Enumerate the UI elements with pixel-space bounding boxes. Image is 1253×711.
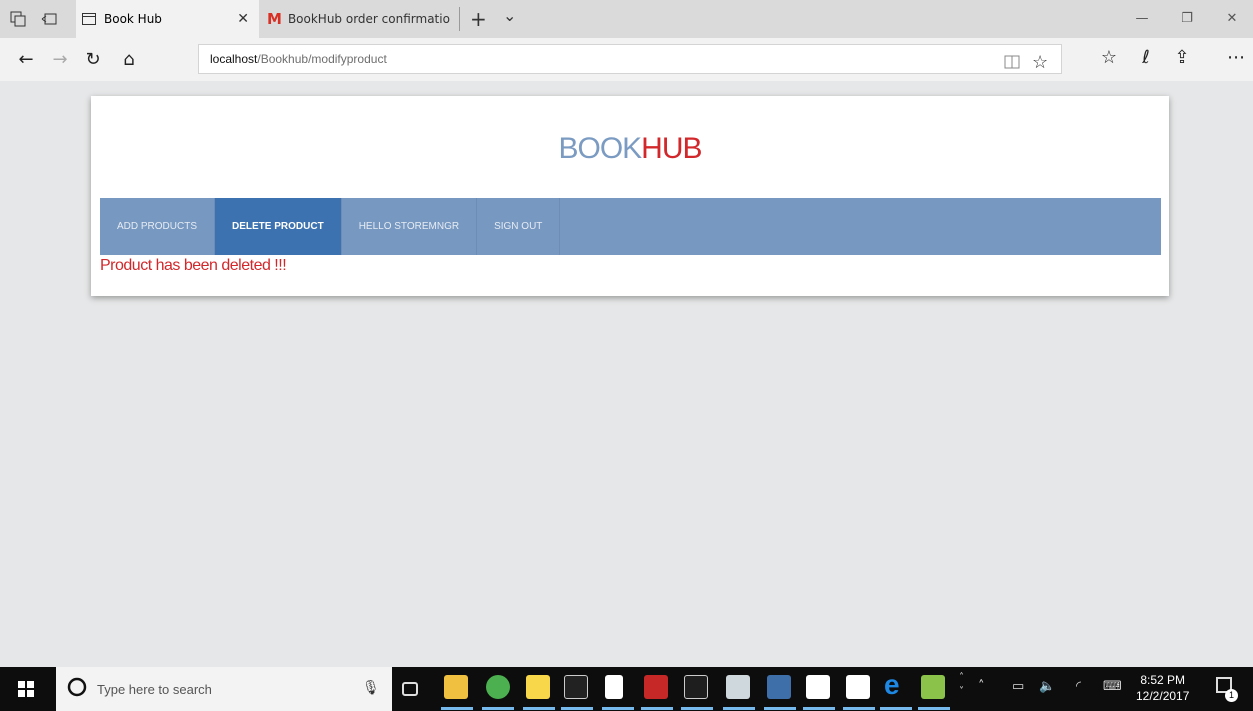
main-menu: ADD PRODUCTS DELETE PRODUCT HELLO STOREM… xyxy=(100,198,1161,255)
active-indicator xyxy=(681,707,713,710)
task-view-icon[interactable] xyxy=(402,682,418,696)
back-arrow-icon[interactable]: ← xyxy=(14,48,38,72)
favorites-hub-icon[interactable]: ☆ xyxy=(1097,47,1121,68)
notification-badge: 1 xyxy=(1225,689,1238,702)
site-logo[interactable]: BOOKHUB xyxy=(91,132,1169,166)
address-bar[interactable]: localhost/Bookhub/modifyproduct ☆ xyxy=(198,44,1062,74)
tab-title: BookHub order confirmatio xyxy=(287,12,450,26)
menu-sign-out[interactable]: SIGN OUT xyxy=(477,198,561,255)
paint-icon[interactable] xyxy=(921,675,945,699)
page-icon xyxy=(82,13,96,25)
logo-book: BOOK xyxy=(558,132,642,165)
close-tab-icon[interactable]: ✕ xyxy=(237,11,249,27)
active-indicator xyxy=(918,707,950,710)
terminal-icon[interactable] xyxy=(684,675,708,699)
web-note-icon[interactable]: ℓ xyxy=(1134,47,1158,68)
mysql-workbench-icon[interactable] xyxy=(767,675,791,699)
cortana-icon xyxy=(67,677,87,701)
mongodb-compass-icon[interactable] xyxy=(846,675,870,699)
active-indicator xyxy=(880,707,912,710)
browser-navigation-bar: ← → ↻ ⌂ localhost/Bookhub/modifyproduct … xyxy=(0,38,1253,81)
active-indicator xyxy=(441,707,473,710)
reading-view-icon[interactable] xyxy=(1004,51,1020,79)
clock-time: 8:52 PM xyxy=(1140,673,1186,687)
system-clock[interactable]: 8:52 PM 12/2/2017 xyxy=(1136,672,1189,704)
set-tabs-aside-icon[interactable] xyxy=(10,11,26,27)
menu-delete-product[interactable]: DELETE PRODUCT xyxy=(215,198,342,255)
active-indicator xyxy=(803,707,835,710)
windows-start-icon[interactable] xyxy=(18,681,34,697)
status-message: Product has been deleted !!! xyxy=(100,257,287,274)
battery-icon[interactable]: ▭ xyxy=(1012,679,1024,694)
active-indicator xyxy=(764,707,796,710)
microphone-icon[interactable]: 🎙 xyxy=(362,680,380,696)
page-container: BOOKHUB ADD PRODUCTS DELETE PRODUCT HELL… xyxy=(91,96,1169,296)
active-indicator xyxy=(523,707,555,710)
minimize-button[interactable]: — xyxy=(1132,9,1152,29)
more-options-icon[interactable]: ⋯ xyxy=(1224,47,1248,68)
refresh-icon[interactable]: ↻ xyxy=(81,48,105,72)
wifi-icon[interactable]: ◜ xyxy=(1076,679,1081,694)
edge-icon[interactable]: e xyxy=(884,669,908,700)
scroll-chevrons-icon[interactable]: ˄ ˅ xyxy=(959,671,964,699)
active-indicator xyxy=(641,707,673,710)
sticky-notes-icon[interactable] xyxy=(526,675,550,699)
browser-tab-bar: Book Hub ✕ M BookHub order confirmatio +… xyxy=(0,0,1253,38)
url-path: /Bookhub/modifyproduct xyxy=(257,52,387,66)
show-hidden-icons-chevron[interactable]: ˄ xyxy=(978,679,985,694)
forward-arrow-icon[interactable]: → xyxy=(48,48,72,72)
share-icon[interactable]: ⇪ xyxy=(1170,47,1194,68)
tab-list-chevron-icon[interactable]: ⌄ xyxy=(503,6,516,25)
search-placeholder: Type here to search xyxy=(97,681,212,697)
taskbar-search-box[interactable]: Type here to search 🎙 xyxy=(56,667,392,711)
tab-bookhub-order[interactable]: M BookHub order confirmatio xyxy=(259,7,460,31)
close-window-button[interactable]: ✕ xyxy=(1222,9,1242,29)
menu-hello-storemngr[interactable]: HELLO STOREMNGR xyxy=(342,198,478,255)
windows-taskbar: Type here to search 🎙 e ˄ ˅ ˄ ▭ 🔈 ◜ ⌨ 8:5… xyxy=(0,667,1253,711)
acrobat-icon[interactable] xyxy=(644,675,668,699)
active-indicator xyxy=(843,707,875,710)
gmail-icon: M xyxy=(267,10,282,28)
restore-button[interactable]: ❐ xyxy=(1177,9,1197,29)
active-indicator xyxy=(602,707,634,710)
tab-book-hub[interactable]: Book Hub ✕ xyxy=(76,0,259,38)
home-icon[interactable]: ⌂ xyxy=(117,48,141,72)
notepad-icon[interactable] xyxy=(605,675,623,699)
menu-add-products[interactable]: ADD PRODUCTS xyxy=(100,198,216,255)
java-icon[interactable] xyxy=(726,675,750,699)
file-explorer-icon[interactable] xyxy=(444,675,468,699)
favorite-star-icon[interactable]: ☆ xyxy=(1032,48,1048,76)
logo-hub: HUB xyxy=(641,132,702,165)
active-indicator xyxy=(482,707,514,710)
chrome-icon[interactable] xyxy=(486,675,510,699)
volume-icon[interactable]: 🔈 xyxy=(1039,679,1055,694)
keyboard-icon[interactable]: ⌨ xyxy=(1103,679,1122,694)
active-indicator xyxy=(561,707,593,710)
tabs-aside-icon[interactable] xyxy=(41,11,57,27)
active-indicator xyxy=(723,707,755,710)
command-prompt-icon[interactable] xyxy=(564,675,588,699)
tab-title: Book Hub xyxy=(104,12,162,26)
clock-date: 12/2/2017 xyxy=(1136,689,1190,703)
new-tab-button[interactable]: + xyxy=(470,7,487,31)
url-host: localhost xyxy=(210,52,258,66)
mongodb-icon[interactable] xyxy=(806,675,830,699)
